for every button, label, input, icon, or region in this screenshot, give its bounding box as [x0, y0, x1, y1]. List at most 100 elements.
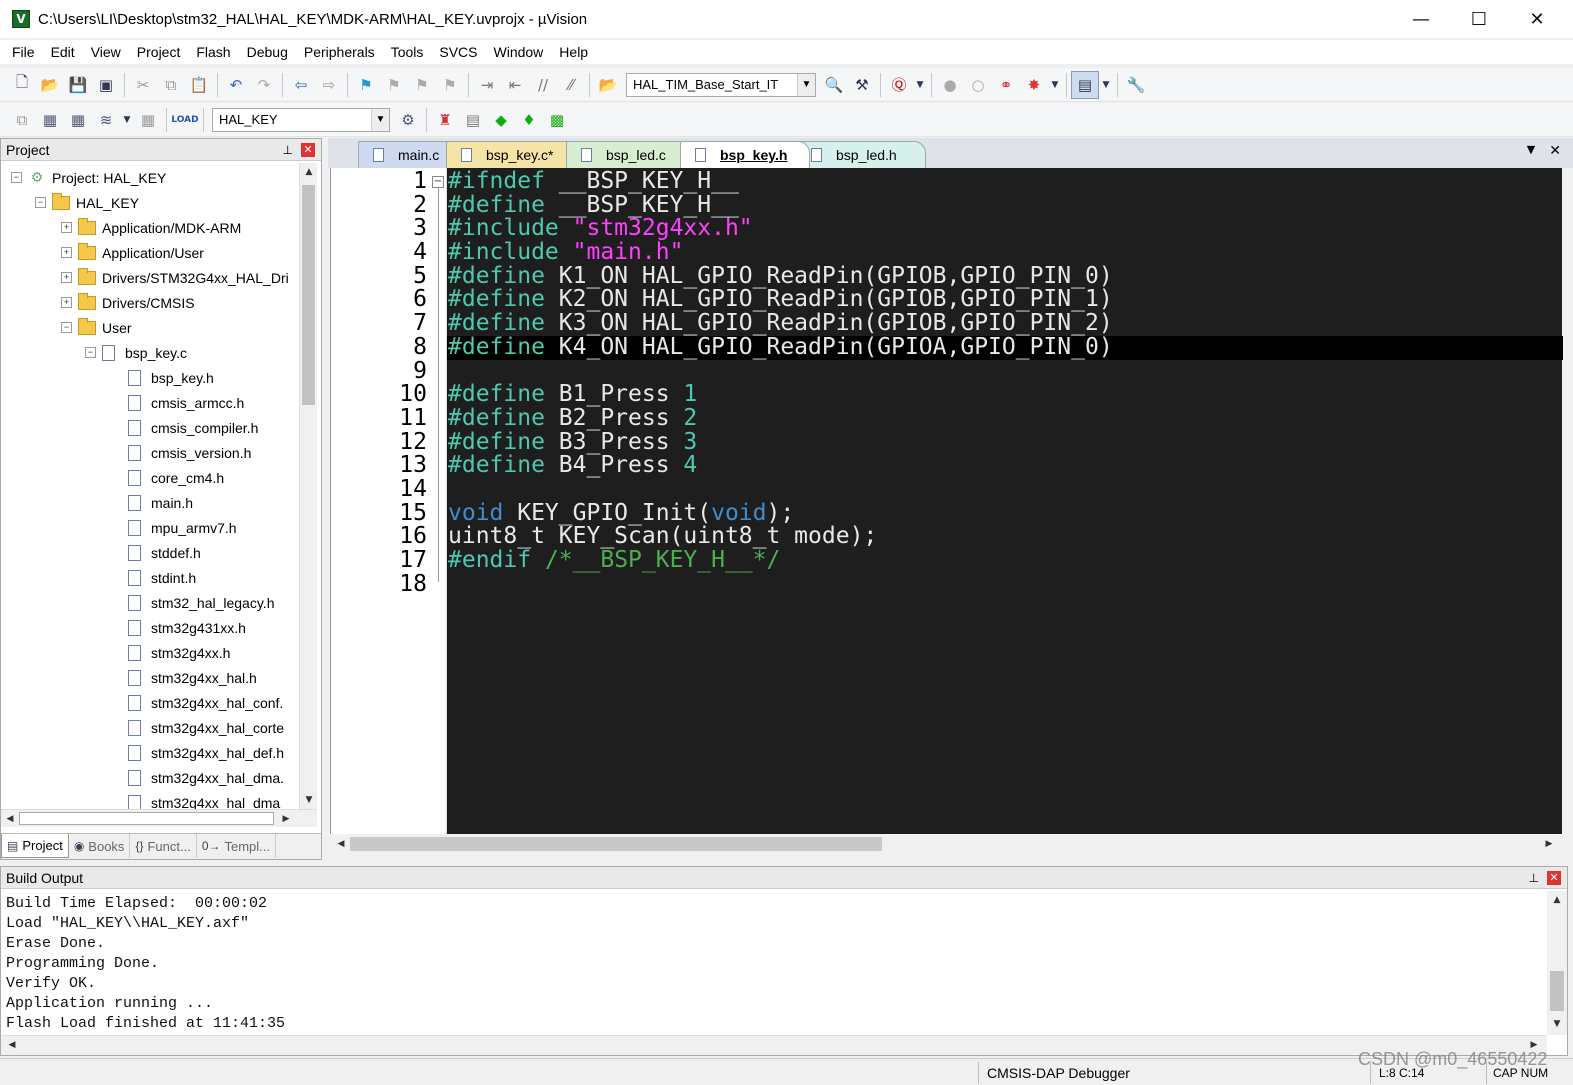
code-line[interactable]: uint8_t KEY_Scan(uint8_t mode); — [447, 524, 1563, 549]
menu-tools[interactable]: Tools — [383, 44, 432, 60]
target-combo[interactable]: HAL_KEY ▼ — [212, 107, 390, 132]
menu-peripherals[interactable]: Peripherals — [296, 44, 383, 60]
code-line[interactable]: #define B4_Press 4 — [447, 453, 1563, 478]
code-line[interactable]: #define __BSP_KEY_H__ — [447, 193, 1563, 218]
redo-icon[interactable]: ↷ — [250, 71, 278, 99]
scroll-thumb[interactable] — [350, 837, 882, 851]
manage-project-items-icon[interactable]: ▤ — [459, 106, 487, 134]
bookmark-icon[interactable]: ⚑ — [352, 71, 380, 99]
download-load-icon[interactable]: LOAD — [171, 106, 199, 134]
tab-bsp-key-c[interactable]: bsp_key.c* — [446, 141, 580, 168]
tree-item[interactable]: stm32g4xx_hal_dma. — [111, 765, 284, 790]
close-icon[interactable]: ✕ — [301, 142, 315, 157]
tree-item[interactable]: mpu_armv7.h — [111, 515, 237, 540]
save-all-icon[interactable]: ▣ — [92, 71, 120, 99]
pin-icon[interactable]: ⊥ — [1529, 871, 1539, 885]
tree-item[interactable]: cmsis_version.h — [111, 440, 251, 465]
close-icon[interactable]: ✕ — [1547, 870, 1561, 885]
undo-icon[interactable]: ↶ — [222, 71, 250, 99]
chevron-down-icon[interactable]: ▼ — [913, 71, 927, 99]
tree-item[interactable]: stm32g4xx_hal_dma — [111, 790, 280, 809]
unindent-icon[interactable]: ⇤ — [501, 71, 529, 99]
indent-icon[interactable]: ⇥ — [473, 71, 501, 99]
comment-icon[interactable]: // — [529, 71, 557, 99]
code-line[interactable]: #endif /*__BSP_KEY_H__*/ — [447, 548, 1563, 573]
copy-icon[interactable]: ⧉ — [157, 71, 185, 99]
tab-bsp-key-h[interactable]: bsp_key.h — [680, 141, 810, 168]
code-line[interactable] — [447, 573, 1563, 597]
tree-item[interactable]: stm32g4xx_hal_corte — [111, 715, 284, 740]
fold-collapse-icon[interactable]: − — [432, 176, 444, 188]
incremental-find-icon[interactable]: ⚒ — [848, 71, 876, 99]
scroll-thumb[interactable] — [19, 812, 274, 825]
tree-item[interactable]: bsp_key.h — [111, 365, 214, 390]
menu-file[interactable]: File — [4, 44, 43, 60]
tree-horizontal-scrollbar[interactable]: ◀ ▶ — [1, 809, 317, 827]
chevron-down-icon[interactable]: ▼ — [797, 73, 815, 96]
chevron-down-icon[interactable]: ▼ — [1048, 71, 1062, 99]
open-file-icon[interactable]: 📂 — [36, 71, 64, 99]
code-line[interactable]: #define B3_Press 3 — [447, 430, 1563, 455]
code-line[interactable]: #define K3_ON HAL_GPIO_ReadPin(GPIOB,GPI… — [447, 311, 1563, 336]
tree-item[interactable]: core_cm4.h — [111, 465, 224, 490]
tab-templates[interactable]: 0→ Templ... — [197, 834, 277, 858]
tab-project[interactable]: ▤ Project — [1, 834, 69, 858]
window-layout-icon[interactable]: ▤ — [1071, 70, 1099, 99]
rebuild-icon[interactable]: ▦ — [64, 106, 92, 134]
code-line[interactable] — [447, 478, 1563, 502]
expand-icon[interactable]: + — [61, 297, 72, 308]
tree-item[interactable]: cmsis_armcc.h — [111, 390, 244, 415]
tree-item[interactable]: stm32g4xx_hal.h — [111, 665, 257, 690]
manage-components-icon[interactable]: ♜ — [431, 106, 459, 134]
tab-functions[interactable]: {} Funct... — [130, 834, 197, 858]
tree-item[interactable]: + Application/User — [61, 240, 204, 265]
translate-icon[interactable]: ⧉ — [8, 106, 36, 134]
menu-window[interactable]: Window — [486, 44, 552, 60]
code-lines[interactable]: #ifndef __BSP_KEY_H__ #define __BSP_KEY_H… — [447, 169, 1563, 597]
scroll-down-icon[interactable]: ▼ — [1548, 1015, 1566, 1033]
clear-bookmarks-icon[interactable]: ⚑ — [436, 71, 464, 99]
save-icon[interactable]: 💾 — [64, 71, 92, 99]
debug-session-icon[interactable]: Ⓠ — [885, 71, 913, 99]
maximize-button[interactable]: ☐ — [1450, 0, 1508, 38]
chevron-down-icon[interactable]: ▼ — [1099, 71, 1113, 99]
code-line[interactable]: #define K1_ON HAL_GPIO_ReadPin(GPIOB,GPI… — [447, 264, 1563, 289]
cut-icon[interactable]: ✂ — [129, 71, 157, 99]
tree-item[interactable]: stdint.h — [111, 565, 196, 590]
target-options-icon[interactable]: ⚙ — [394, 106, 422, 134]
code-line[interactable]: #include "main.h" — [447, 240, 1563, 265]
tree-item[interactable]: stm32_hal_legacy.h — [111, 590, 274, 615]
scroll-right-icon[interactable]: ▶ — [1540, 835, 1558, 853]
tree-item[interactable]: + Drivers/CMSIS — [61, 290, 195, 315]
uncomment-icon[interactable]: ⁄⁄ — [557, 71, 585, 99]
build-horizontal-scrollbar[interactable]: ◀ ▶ — [1, 1035, 1547, 1055]
close-window-button[interactable]: ✕ — [1508, 0, 1566, 38]
menu-help[interactable]: Help — [551, 44, 596, 60]
editor-horizontal-scrollbar[interactable]: ◀ ▶ — [330, 834, 1562, 854]
code-line[interactable]: #define K2_ON HAL_GPIO_ReadPin(GPIOB,GPI… — [447, 288, 1563, 312]
disable-breakpoints-icon[interactable]: ⚭ — [992, 71, 1020, 99]
tree-item[interactable]: cmsis_compiler.h — [111, 415, 258, 440]
collapse-icon[interactable]: − — [11, 172, 22, 183]
tree-item[interactable]: + Drivers/STM32G4xx_HAL_Dri — [61, 265, 289, 290]
scroll-up-icon[interactable]: ▲ — [300, 163, 318, 181]
scroll-down-icon[interactable]: ▼ — [300, 791, 318, 809]
minimize-button[interactable]: — — [1392, 0, 1450, 38]
tree-item[interactable]: stm32g4xx.h — [111, 640, 230, 665]
select-packs-icon[interactable]: ◆ — [487, 106, 515, 134]
tree-vertical-scrollbar[interactable]: ▲ ▼ — [299, 163, 317, 809]
software-packs-icon[interactable]: ▩ — [543, 106, 571, 134]
find-combo[interactable]: HAL_TIM_Base_Start_IT ▼ — [626, 72, 816, 97]
scroll-thumb[interactable] — [1550, 971, 1564, 1011]
menu-view[interactable]: View — [83, 44, 129, 60]
tree-item[interactable]: stddef.h — [111, 540, 201, 565]
find-in-files-icon[interactable]: 📂 — [594, 71, 622, 99]
tree-item[interactable]: main.h — [111, 490, 193, 515]
tab-books[interactable]: ◉ Books — [69, 834, 131, 858]
stop-build-icon[interactable]: ▦ — [134, 106, 162, 134]
expand-icon[interactable]: + — [61, 222, 72, 233]
find-icon[interactable]: 🔍 — [820, 71, 848, 99]
scroll-left-icon[interactable]: ◀ — [3, 1036, 21, 1054]
tab-bsp-led-c[interactable]: bsp_led.c — [566, 141, 694, 168]
tab-list-dropdown-icon[interactable]: ▼ — [1527, 143, 1535, 159]
